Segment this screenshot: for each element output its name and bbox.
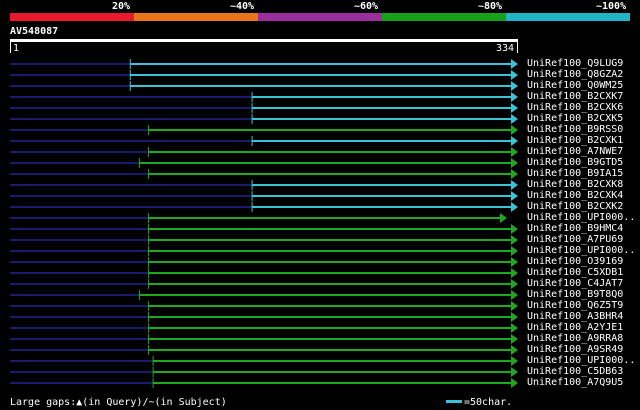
hit-subject-link[interactable]: UniRef100_Q9LUG9 <box>527 58 623 69</box>
hit-end-arrow-icon <box>511 290 518 300</box>
hit-end-arrow-icon <box>511 103 518 113</box>
hit-subject-link[interactable]: UniRef100_A7NWE7 <box>527 146 623 157</box>
hit-end-arrow-icon <box>511 246 518 256</box>
hit-end-arrow-icon <box>511 257 518 267</box>
hit-subject-link[interactable]: UniRef100_UPI000.. <box>527 212 635 223</box>
hit-subject-link[interactable]: UniRef100_B2CXK1 <box>527 135 623 146</box>
hit-subject-link[interactable]: UniRef100_UPI000.. <box>527 245 635 256</box>
hit-subject-link[interactable]: UniRef100_B9RSS0 <box>527 124 623 135</box>
hit-subject-link[interactable]: UniRef100_UPI000.. <box>527 355 635 366</box>
hit-end-arrow-icon <box>511 268 518 278</box>
hit-subject-link[interactable]: UniRef100_A3BHR4 <box>527 311 623 322</box>
hit-subject-link[interactable]: UniRef100_C5DB63 <box>527 366 623 377</box>
hit-subject-link[interactable]: UniRef100_B9IA15 <box>527 168 623 179</box>
hit-end-arrow-icon <box>511 147 518 157</box>
hit-end-arrow-icon <box>500 213 507 223</box>
hit-end-arrow-icon <box>511 202 518 212</box>
hit-end-arrow-icon <box>511 158 518 168</box>
hit-subject-link[interactable]: UniRef100_B2CXK8 <box>527 179 623 190</box>
hit-end-arrow-icon <box>511 224 518 234</box>
hit-subject-link[interactable]: UniRef100_B2CXK2 <box>527 201 623 212</box>
hit-end-arrow-icon <box>511 312 518 322</box>
hit-subject-link[interactable]: UniRef100_Q8GZA2 <box>527 69 623 80</box>
scale-legend-swatch <box>446 400 462 403</box>
hit-subject-link[interactable]: UniRef100_B2CXK5 <box>527 113 623 124</box>
hit-end-arrow-icon <box>511 92 518 102</box>
hit-end-arrow-icon <box>511 345 518 355</box>
hit-end-arrow-icon <box>511 301 518 311</box>
hit-end-arrow-icon <box>511 356 518 366</box>
hit-subject-link[interactable]: UniRef100_B9GTD5 <box>527 157 623 168</box>
hit-subject-link[interactable]: UniRef100_A9RRA8 <box>527 333 623 344</box>
hit-end-arrow-icon <box>511 59 518 69</box>
hit-subject-link[interactable]: UniRef100_O39169 <box>527 256 623 267</box>
hit-subject-link[interactable]: UniRef100_B9T8Q0 <box>527 289 623 300</box>
hit-end-arrow-icon <box>511 235 518 245</box>
hit-subject-link[interactable]: UniRef100_C4JAT7 <box>527 278 623 289</box>
hit-subject-link[interactable]: UniRef100_A2YJE1 <box>527 322 623 333</box>
hit-end-arrow-icon <box>511 169 518 179</box>
hit-end-arrow-icon <box>511 180 518 190</box>
hit-end-arrow-icon <box>511 323 518 333</box>
hit-end-arrow-icon <box>511 136 518 146</box>
hit-subject-link[interactable]: UniRef100_Q0WM25 <box>527 80 623 91</box>
hit-subject-link[interactable]: UniRef100_A7PU69 <box>527 234 623 245</box>
hit-subject-link[interactable]: UniRef100_C5XDB1 <box>527 267 623 278</box>
hit-subject-link[interactable]: UniRef100_A9SR49 <box>527 344 623 355</box>
hit-subject-link[interactable]: UniRef100_Q6Z5T9 <box>527 300 623 311</box>
hit-end-arrow-icon <box>511 125 518 135</box>
hit-subject-link[interactable]: UniRef100_B9HMC4 <box>527 223 623 234</box>
hit-end-arrow-icon <box>511 367 518 377</box>
scale-legend-text: =50char. <box>464 397 513 408</box>
hit-subject-link[interactable]: UniRef100_A7Q9U5 <box>527 377 623 388</box>
hit-end-arrow-icon <box>511 114 518 124</box>
hit-end-arrow-icon <box>511 378 518 388</box>
hit-subject-link[interactable]: UniRef100_B2CXK4 <box>527 190 623 201</box>
hit-end-arrow-icon <box>511 334 518 344</box>
hit-end-arrow-icon <box>511 279 518 289</box>
hit-end-arrow-icon <box>511 191 518 201</box>
large-gaps-legend: Large gaps:▲(in Query)/~(in Subject) <box>10 397 227 408</box>
hit-end-arrow-icon <box>511 70 518 80</box>
hit-subject-link[interactable]: UniRef100_B2CXK7 <box>527 91 623 102</box>
hit-end-arrow-icon <box>511 81 518 91</box>
hit-subject-link[interactable]: UniRef100_B2CXK6 <box>527 102 623 113</box>
